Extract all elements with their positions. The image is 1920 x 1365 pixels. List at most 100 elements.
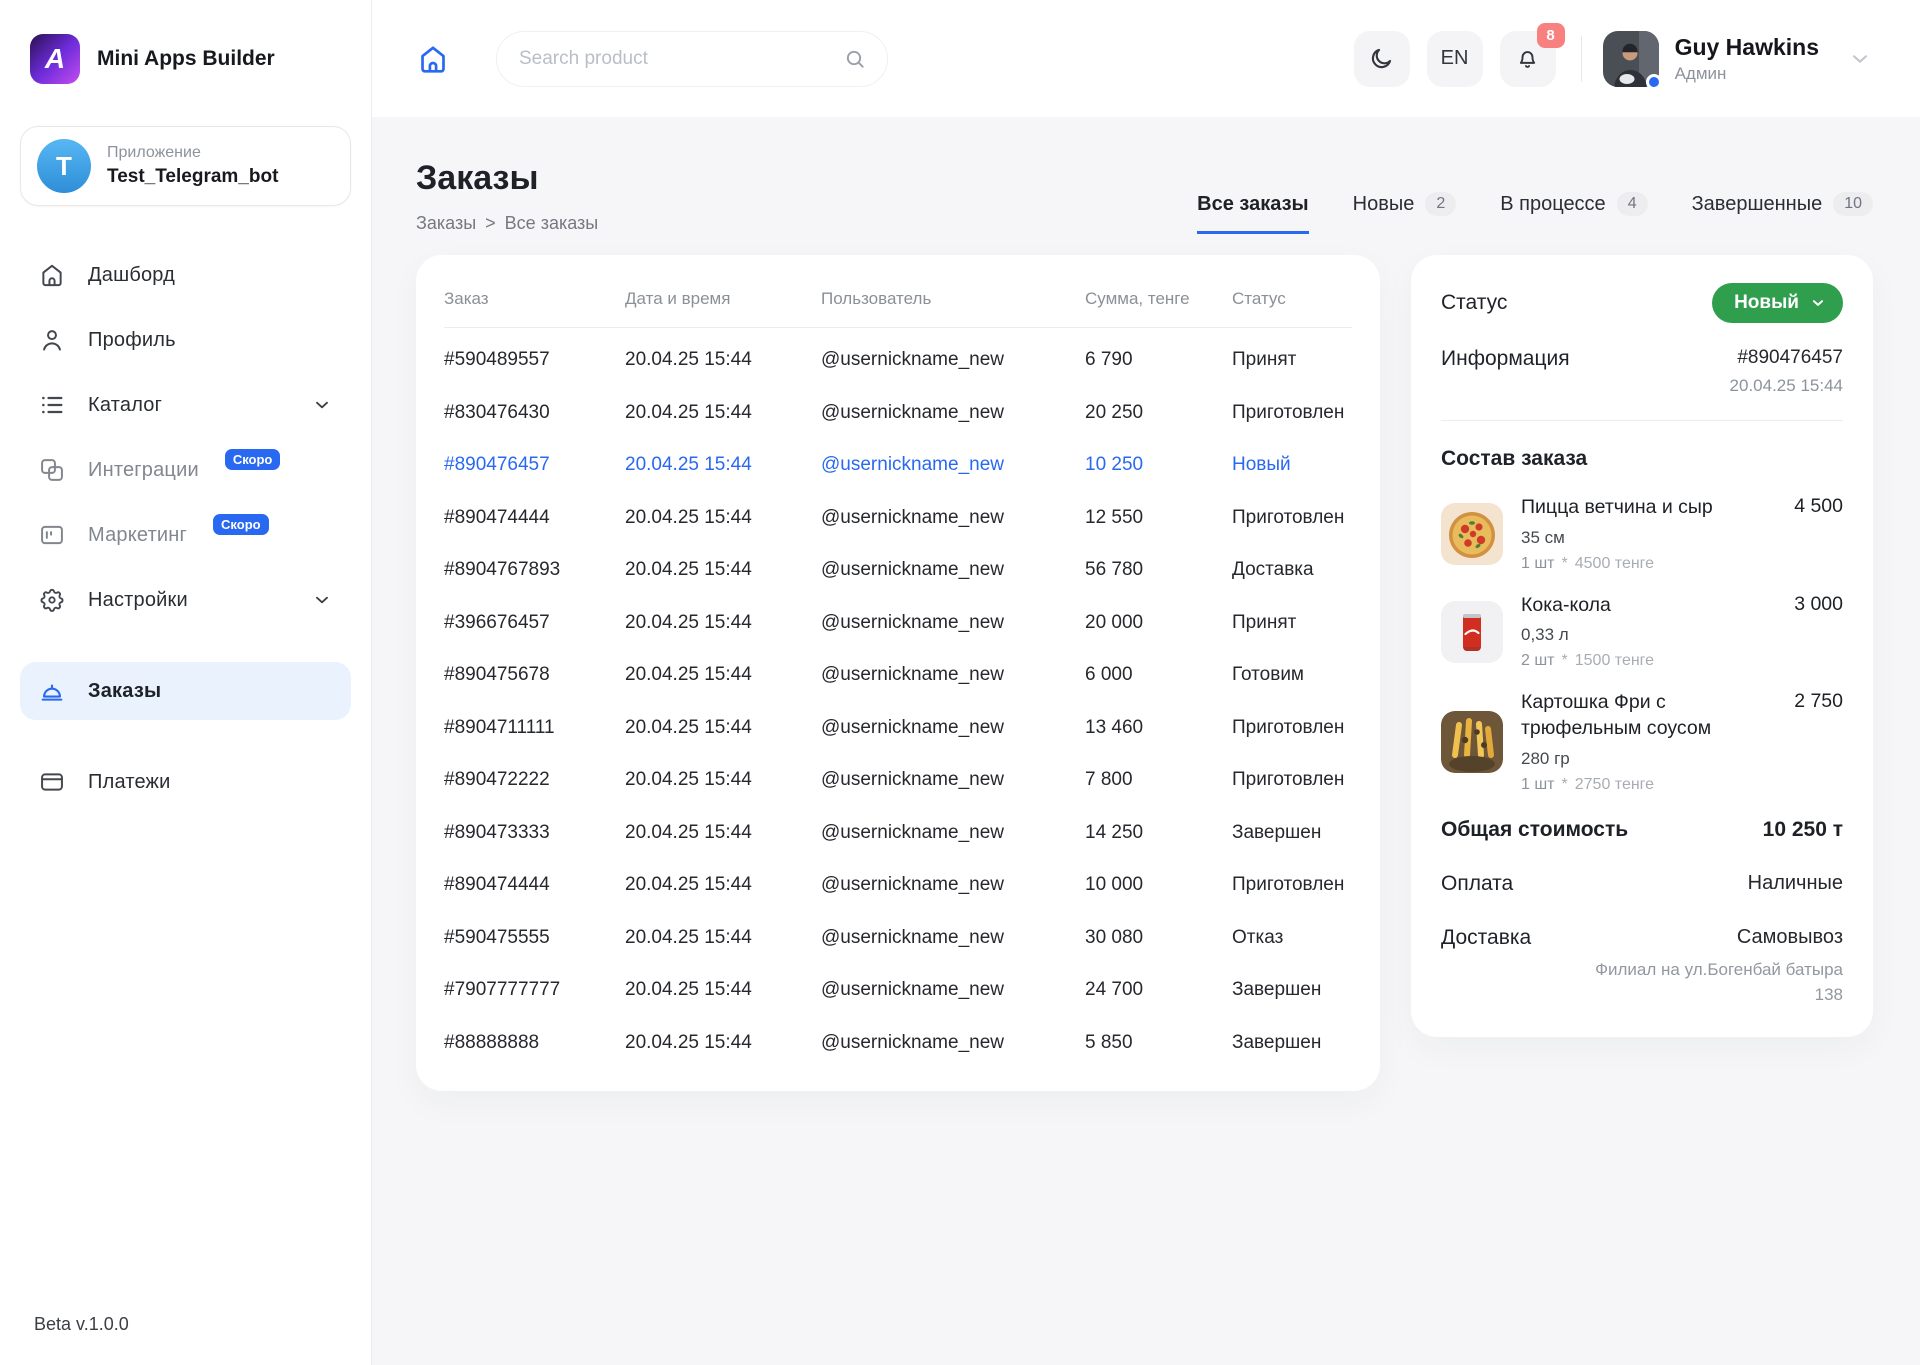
order-amount: 12 550 [1085,507,1232,529]
app-card-label: Приложение [107,144,278,162]
order-amount: 10 250 [1085,454,1232,476]
detail-order-id: #890476457 [1730,347,1843,369]
fries-image [1441,711,1503,773]
order-status: Приготовлен [1232,769,1352,791]
tab-count-badge: 4 [1617,192,1648,216]
table-row[interactable]: #590489557 20.04.25 15:44 @usernickname_… [444,334,1352,387]
table-row[interactable]: #890473333 20.04.25 15:44 @usernickname_… [444,807,1352,860]
delivery-label: Доставка [1441,926,1531,950]
table-row[interactable]: #88888888 20.04.25 15:44 @usernickname_n… [444,1017,1352,1070]
brand: A Mini Apps Builder [20,34,351,84]
sidebar-item-orders[interactable]: Заказы [20,662,351,720]
order-items-title: Состав заказа [1441,447,1843,471]
order-user: @usernickname_new [821,454,1085,476]
order-item-price: 2 750 [1794,690,1843,713]
sidebar-item-dashboard[interactable]: Дашборд [20,246,351,304]
language-label: EN [1441,47,1469,70]
order-status: Приготовлен [1232,874,1352,896]
order-item-multiplier: * [1562,555,1568,573]
table-row[interactable]: #830476430 20.04.25 15:44 @usernickname_… [444,387,1352,440]
app-root: A Mini Apps Builder T Приложение Test_Te… [0,0,1920,1365]
order-id: #8904767893 [444,559,625,581]
notifications-button[interactable]: 8 [1500,31,1556,87]
soon-badge: Скоро [225,449,281,470]
search-input[interactable] [517,47,843,71]
table-row[interactable]: #7907777777 20.04.25 15:44 @usernickname… [444,964,1352,1017]
sidebar-item-payments[interactable]: Платежи [20,753,351,811]
table-row[interactable]: #890474444 20.04.25 15:44 @usernickname_… [444,492,1352,545]
order-item-qty-line: 2 шт * 1500 тенге [1521,652,1843,670]
order-status: Завершен [1232,1032,1352,1054]
order-datetime: 20.04.25 15:44 [625,559,821,581]
language-button[interactable]: EN [1427,31,1483,87]
profile-menu[interactable]: Guy Hawkins Админ [1603,31,1873,87]
table-row[interactable]: #8904711111 20.04.25 15:44 @usernickname… [444,702,1352,755]
table-row[interactable]: #890476457 20.04.25 15:44 @usernickname_… [444,439,1352,492]
info-label: Информация [1441,347,1570,371]
tab-new[interactable]: Новые 2 [1353,192,1457,234]
user-role: Админ [1675,64,1819,84]
total-value: 10 250 т [1763,818,1843,842]
tab-completed[interactable]: Завершенные 10 [1692,192,1873,234]
sidebar-item-profile[interactable]: Профиль [20,311,351,369]
order-datetime: 20.04.25 15:44 [625,979,821,1001]
order-item-qty: 1 шт [1521,555,1555,573]
sidebar-item-settings[interactable]: Настройки [20,571,351,629]
moon-icon [1368,45,1395,72]
sidebar-item-catalog[interactable]: Каталог [20,376,351,434]
order-item-multiplier: * [1562,652,1568,670]
order-item-variant: 280 гр [1521,749,1843,769]
home-icon[interactable] [416,42,450,76]
breadcrumb-root[interactable]: Заказы [416,213,476,234]
table-row[interactable]: #396676457 20.04.25 15:44 @usernickname_… [444,597,1352,650]
order-item: Картошка Фри с трюфельным соусом 2 750 2… [1441,690,1843,793]
table-row[interactable]: #890474444 20.04.25 15:44 @usernickname_… [444,859,1352,912]
payment-value: Наличные [1748,872,1843,895]
tab-count-badge: 10 [1833,192,1873,216]
order-amount: 6 000 [1085,664,1232,686]
order-datetime: 20.04.25 15:44 [625,717,821,739]
order-datetime: 20.04.25 15:44 [625,874,821,896]
app-name: Mini Apps Builder [97,47,275,71]
order-status: Приготовлен [1232,402,1352,424]
current-app-card[interactable]: T Приложение Test_Telegram_bot [20,126,351,206]
order-status: Завершен [1232,979,1352,1001]
pizza-image [1441,503,1503,565]
status-dropdown[interactable]: Новый [1712,283,1843,323]
tab-all-orders[interactable]: Все заказы [1197,193,1308,234]
wallet-icon [38,768,66,796]
divider [1441,420,1843,421]
order-item-qty: 1 шт [1521,776,1555,794]
order-amount: 13 460 [1085,717,1232,739]
tab-label: Новые [1353,193,1415,216]
order-item-multiplier: * [1562,776,1568,794]
column-header: Пользователь [821,289,1085,309]
sidebar-item-marketing[interactable]: Маркетинг Скоро [20,506,351,564]
table-row[interactable]: #890475678 20.04.25 15:44 @usernickname_… [444,649,1352,702]
order-status: Отказ [1232,927,1352,949]
order-status: Готовим [1232,664,1352,686]
breadcrumb-current: Все заказы [505,213,599,234]
breadcrumb-separator: > [485,213,496,234]
order-amount: 14 250 [1085,822,1232,844]
order-item-variant: 0,33 л [1521,625,1843,645]
cola-image [1441,601,1503,663]
tab-in-progress[interactable]: В процессе 4 [1500,192,1647,234]
order-datetime: 20.04.25 15:44 [625,402,821,424]
theme-toggle-button[interactable] [1354,31,1410,87]
order-datetime: 20.04.25 15:44 [625,612,821,634]
sidebar-item-label: Профиль [88,329,176,352]
table-row[interactable]: #590475555 20.04.25 15:44 @usernickname_… [444,912,1352,965]
order-item-qty-line: 1 шт * 2750 тенге [1521,776,1843,794]
table-row[interactable]: #8904767893 20.04.25 15:44 @usernickname… [444,544,1352,597]
order-user: @usernickname_new [821,927,1085,949]
order-status: Принят [1232,612,1352,634]
table-row[interactable]: #890472222 20.04.25 15:44 @usernickname_… [444,754,1352,807]
sidebar-item-integrations[interactable]: Интеграции Скоро [20,441,351,499]
order-id: #890473333 [444,822,625,844]
order-amount: 7 800 [1085,769,1232,791]
sidebar-item-label: Настройки [88,589,188,612]
search-icon[interactable] [843,47,867,71]
app-card-name: Test_Telegram_bot [107,166,278,188]
order-datetime: 20.04.25 15:44 [625,664,821,686]
